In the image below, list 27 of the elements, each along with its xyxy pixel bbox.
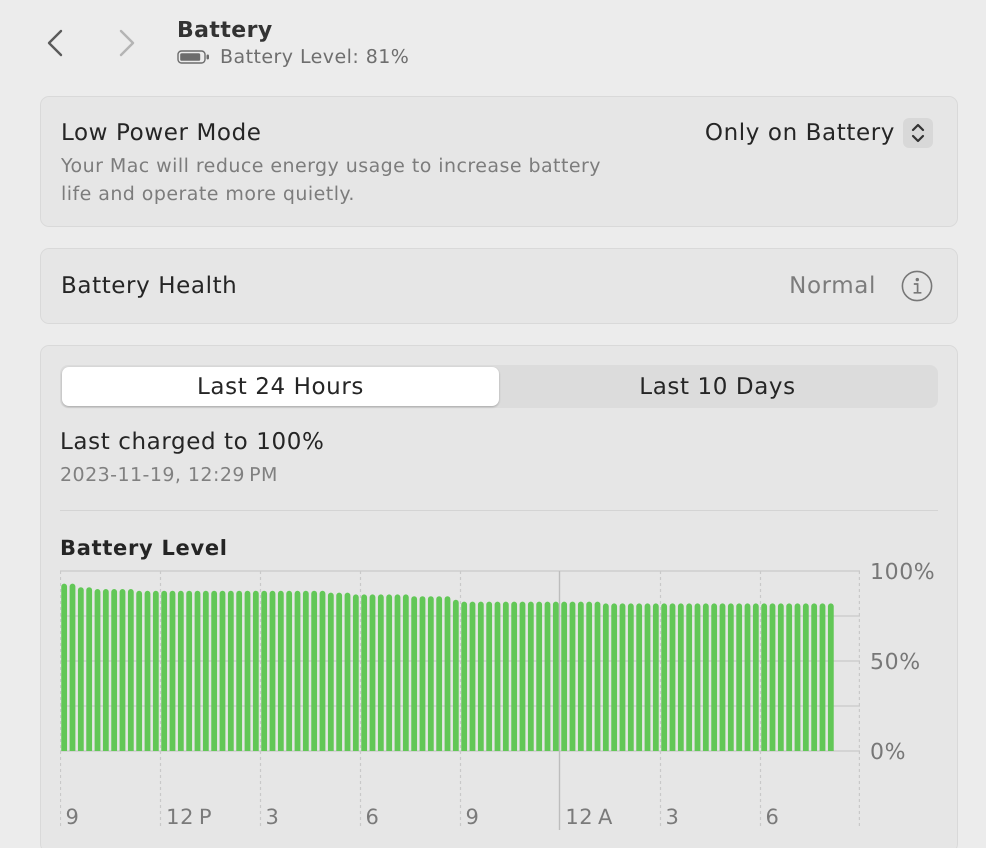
y-axis-label: 50% xyxy=(870,650,921,675)
x-axis-label: 12 A xyxy=(565,805,613,829)
x-axis-label: 9 xyxy=(466,805,480,829)
page-title: Battery xyxy=(177,17,274,45)
x-axis-label: 3 xyxy=(266,805,280,829)
chart-title: Battery Level xyxy=(60,535,229,562)
battery-level-text: Battery Level: 81% xyxy=(220,45,410,69)
setting-label: Low Power Mode xyxy=(61,119,263,148)
x-axis-label: 12 P xyxy=(166,805,212,829)
y-axis-label: 0% xyxy=(870,740,906,765)
setting-description: Your Mac will reduce energy usage to increase battery life and operate more quietly. xyxy=(61,154,602,207)
time-range-tab[interactable]: Last 10 Days xyxy=(499,367,936,406)
y-axis-label: 100% xyxy=(870,562,936,585)
info-icon[interactable] xyxy=(901,270,933,302)
charged-timestamp: 2023-11-19, 12:29 PM xyxy=(60,463,279,487)
time-range-tab[interactable]: Last 24 Hours xyxy=(62,367,499,406)
x-axis-label: 3 xyxy=(666,805,680,829)
battery-icon xyxy=(177,50,210,64)
x-axis-label: 6 xyxy=(366,805,380,829)
back-button[interactable] xyxy=(46,29,64,57)
x-axis-label: 6 xyxy=(766,805,780,829)
up-down-chevron-icon xyxy=(903,118,933,148)
power-mode-popup[interactable]: Only on Battery xyxy=(704,118,933,148)
x-axis-label: 9 xyxy=(66,805,80,829)
last-charged-text: Last charged to 100% xyxy=(60,428,326,457)
health-status: Normal xyxy=(789,272,876,301)
setting-label: Battery Health xyxy=(61,272,238,301)
